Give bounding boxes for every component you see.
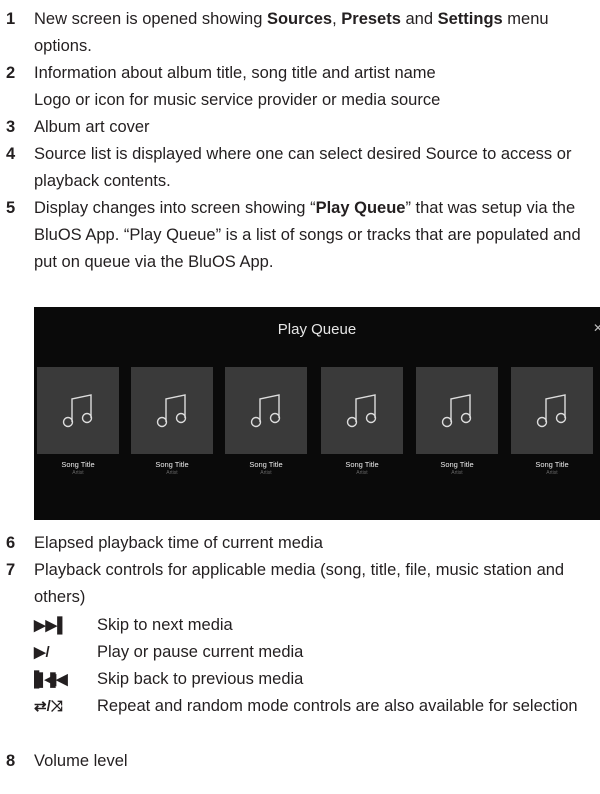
list-item-8: 8 Volume level	[6, 748, 596, 775]
music-note-icon	[62, 393, 93, 427]
item-number: 3	[6, 118, 16, 136]
manual-page: 1 New screen is opened showing Sources, …	[0, 0, 600, 794]
list-item-2: 2 Information about album title, song ti…	[6, 60, 596, 114]
album-art-cover	[37, 367, 119, 454]
song-title: Song Title	[535, 460, 569, 469]
queue-tile[interactable]: Song Title Artist	[416, 367, 498, 477]
queue-tile[interactable]: Song Title Artist	[511, 367, 593, 477]
item-text: Album art cover	[34, 118, 150, 136]
list-item-6: 6 Elapsed playback time of current media	[6, 530, 596, 557]
list-item-4: 4 Source list is displayed where one can…	[6, 141, 596, 195]
artist-name: Artist	[451, 470, 463, 476]
item-text: Information about album title, song titl…	[34, 64, 441, 109]
repeat-shuffle-icon: ⇄/⤨	[34, 698, 63, 715]
item-number: 8	[6, 752, 16, 770]
control-skip-back: ▌◀◀ Skip back to previous media	[34, 666, 596, 693]
song-title: Song Title	[440, 460, 474, 469]
song-title: Song Title	[155, 460, 189, 469]
control-description: Repeat and random mode controls are also…	[97, 697, 578, 715]
item-number: 1	[6, 10, 16, 28]
song-title: Song Title	[61, 460, 95, 469]
item-text: Source list is displayed where one can s…	[34, 145, 572, 190]
skip-next-icon: ▶▶▌	[34, 617, 68, 634]
queue-tile[interactable]: Song Title Artist	[37, 367, 119, 477]
song-title: Song Title	[345, 460, 379, 469]
item-number: 4	[6, 145, 16, 163]
list-item-3: 3 Album art cover	[6, 114, 596, 141]
control-description: Play or pause current media	[97, 643, 304, 661]
item-number: 7	[6, 561, 16, 579]
music-note-icon	[346, 393, 377, 427]
queue-tile[interactable]: Song Title Artist	[131, 367, 213, 477]
control-skip-next: ▶▶▌ Skip to next media	[34, 612, 596, 639]
song-title: Song Title	[249, 460, 283, 469]
album-art-cover	[131, 367, 213, 454]
list-item-7: 7 Playback controls for applicable media…	[6, 557, 596, 611]
music-note-icon	[441, 393, 472, 427]
queue-tile[interactable]: Song Title Artist	[321, 367, 403, 477]
list-item-1: 1 New screen is opened showing Sources, …	[6, 6, 596, 60]
control-description: Skip back to previous media	[97, 670, 304, 688]
control-description: Skip to next media	[97, 616, 233, 634]
music-note-icon	[250, 393, 281, 427]
queue-tile[interactable]: Song Title Artist	[225, 367, 307, 477]
artist-name: Artist	[260, 470, 272, 476]
control-repeat-shuffle: ⇄/⤨ Repeat and random mode controls are …	[34, 693, 596, 720]
item-text: Elapsed playback time of current media	[34, 534, 323, 552]
list-item-5: 5 Display changes into screen showing “P…	[6, 195, 596, 276]
close-icon[interactable]: ✕	[593, 319, 600, 337]
play-queue-screen: Play Queue ✕ Song Title Artist Song Titl…	[34, 307, 600, 520]
skip-back-icon: ▌◀◀	[34, 671, 68, 688]
control-play-pause: ▶/❚❚ Play or pause current media	[34, 639, 596, 688]
play-queue-title: Play Queue	[277, 321, 357, 338]
item-number: 5	[6, 199, 16, 217]
album-art-cover	[321, 367, 403, 454]
artist-name: Artist	[546, 470, 558, 476]
artist-name: Artist	[356, 470, 368, 476]
item-number: 2	[6, 64, 16, 82]
album-art-cover	[511, 367, 593, 454]
music-note-icon	[536, 393, 567, 427]
item-text: Playback controls for applicable media (…	[34, 561, 565, 606]
album-art-cover	[416, 367, 498, 454]
artist-name: Artist	[72, 470, 84, 476]
artist-name: Artist	[166, 470, 178, 476]
item-number: 6	[6, 534, 16, 552]
music-note-icon	[156, 393, 187, 427]
item-text: Volume level	[34, 752, 128, 770]
album-art-cover	[225, 367, 307, 454]
item-text: Display changes into screen showing “Pla…	[34, 199, 581, 271]
item-text: New screen is opened showing Sources, Pr…	[34, 10, 549, 55]
